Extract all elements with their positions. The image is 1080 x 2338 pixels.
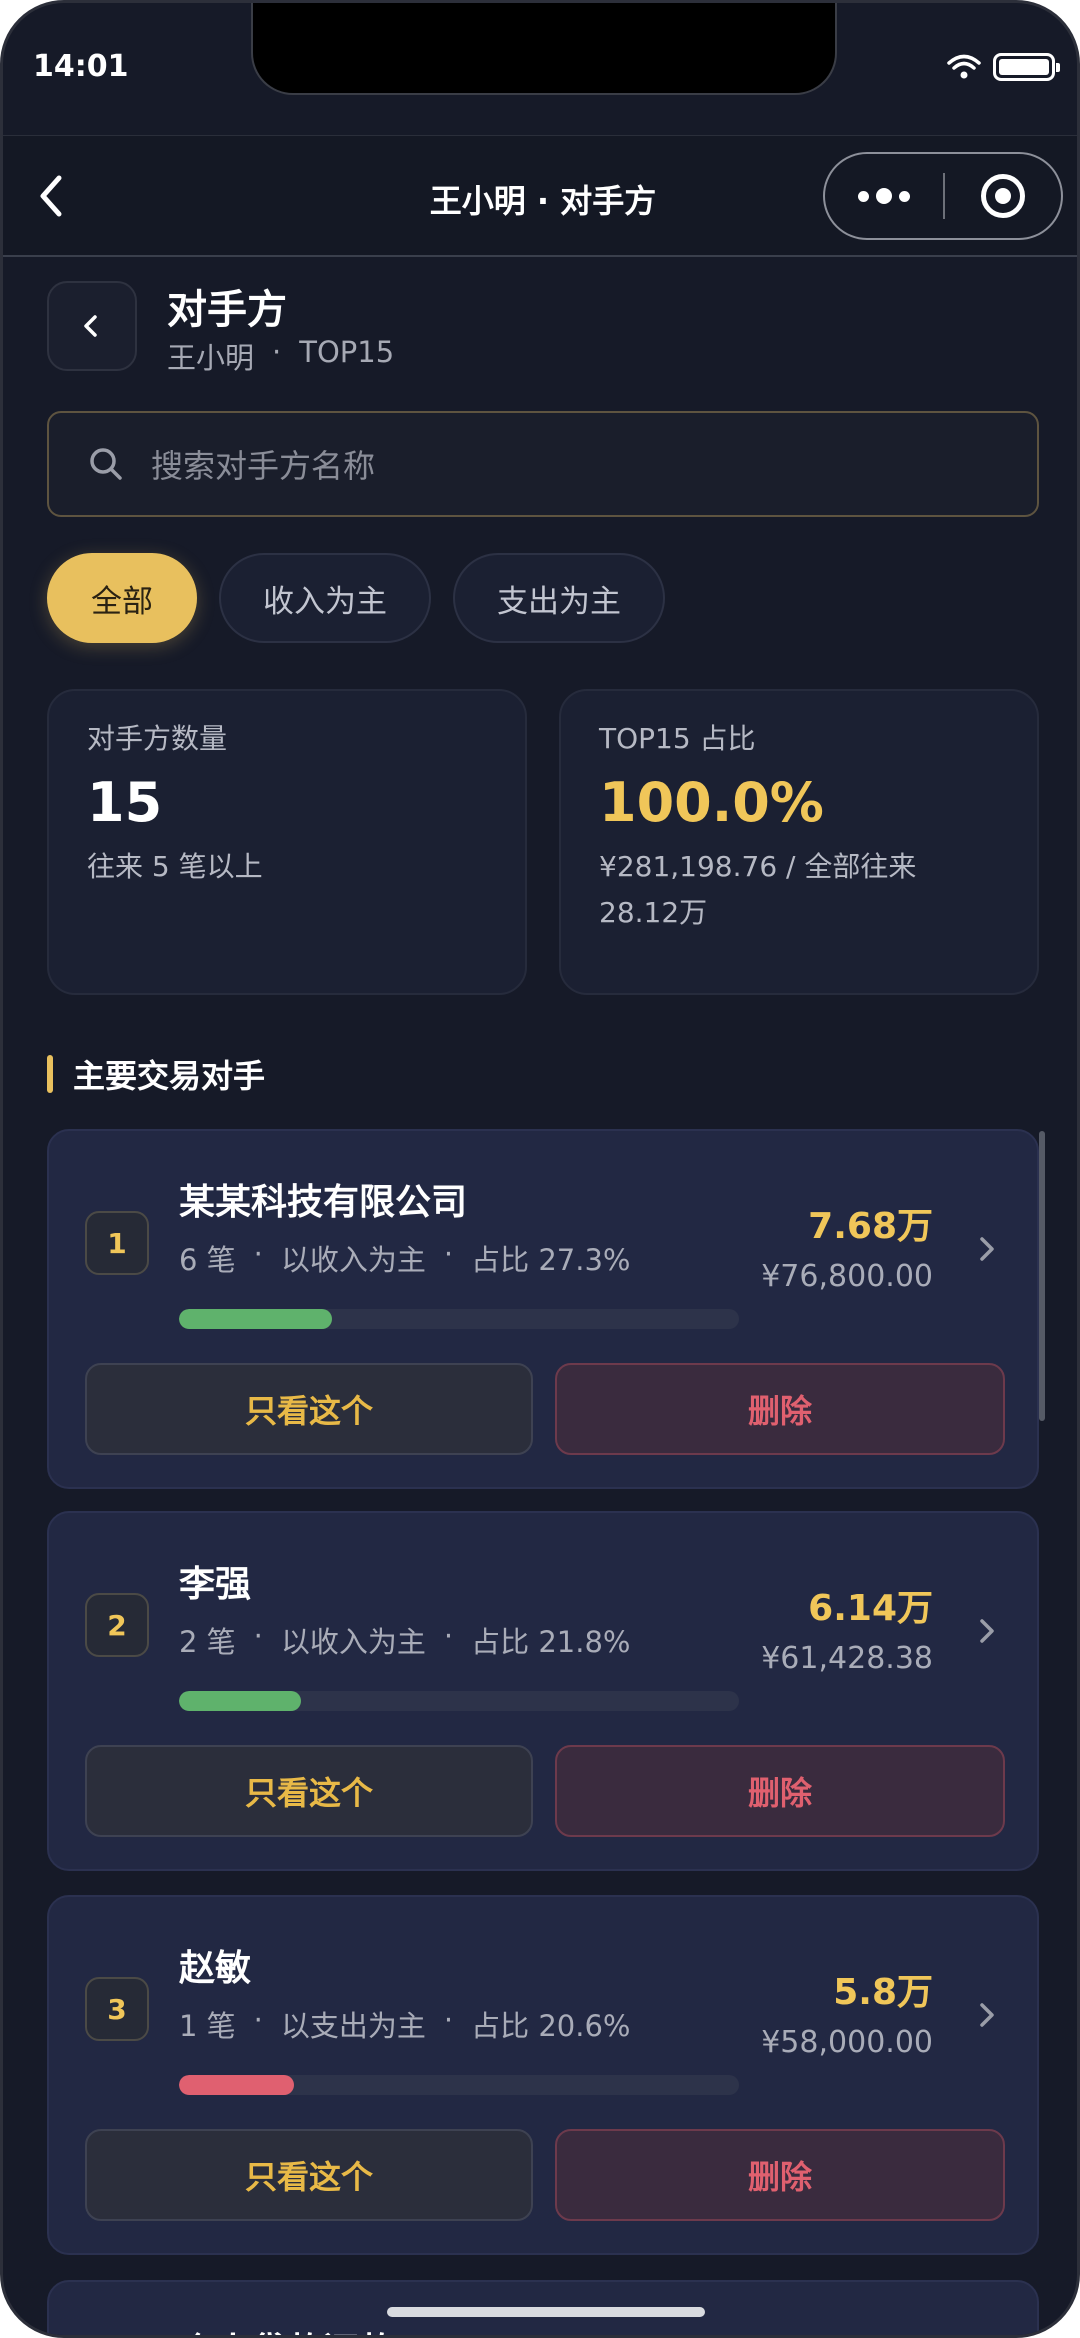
share-progress-track <box>179 1309 739 1329</box>
flow-type: 以收入为主 <box>280 1625 426 1659</box>
counterparty-meta: 1 笔 · 以支出为主 · 占比 20.6% <box>179 2003 630 2045</box>
chevron-right-icon[interactable] <box>973 1613 1001 1649</box>
stat-share-label: TOP15 占比 <box>599 722 756 755</box>
amount-short: 5.8万 <box>833 1972 933 2013</box>
counterparty-card[interactable]: 1 某某科技有限公司 6 笔 · 以收入为主 · 占比 27.3% 7.68万 … <box>47 1129 1039 1489</box>
amount-short: 6.14万 <box>808 1588 933 1629</box>
counterparty-card[interactable]: 3 赵敏 1 笔 · 以支出为主 · 占比 20.6% 5.8万 ¥58,000… <box>47 1895 1039 2255</box>
search-icon <box>90 448 122 480</box>
rank-badge: 3 <box>85 1977 149 2041</box>
meta-separator: · <box>253 2003 263 2037</box>
meta-separator: · <box>443 1619 454 1653</box>
stat-card-count: 对手方数量 15 往来 5 笔以上 <box>47 689 527 995</box>
meta-separator: · <box>253 1619 263 1653</box>
page-title: 对手方 <box>167 287 287 333</box>
section-accent-bar <box>47 1055 53 1093</box>
share-text: 占比 27.3% <box>471 1243 631 1277</box>
chevron-right-icon[interactable] <box>973 1997 1001 2033</box>
share-progress-track <box>179 1691 739 1711</box>
chevron-right-icon[interactable] <box>973 1231 1001 1267</box>
counterparty-name: 某某科技有限公司 <box>179 1182 468 1223</box>
delete-button[interactable]: 删除 <box>555 1745 1005 1837</box>
stat-share-value: 100.0% <box>599 771 824 834</box>
counterparty-name: 个人贷款还款 <box>179 2322 395 2335</box>
mini-program-capsule <box>823 152 1063 240</box>
stat-card-share: TOP15 占比 100.0% ¥281,198.76 / 全部往来 28.12… <box>559 689 1039 995</box>
filter-chips: 全部 收入为主 支出为主 <box>47 553 665 643</box>
home-indicator <box>387 2307 705 2317</box>
stat-count-note: 往来 5 笔以上 <box>87 850 263 883</box>
transaction-count: 1 笔 <box>179 2009 236 2043</box>
status-icons <box>947 53 1060 81</box>
chevron-left-icon <box>84 315 97 337</box>
meta-separator: · <box>253 1237 263 1271</box>
amount-short: 7.68万 <box>808 1206 933 1247</box>
section-title: 主要交易对手 <box>47 1051 265 1097</box>
search-input[interactable]: 搜索对手方名称 <box>47 411 1039 517</box>
counterparty-meta: 6 笔 · 以收入为主 · 占比 27.3% <box>179 1237 630 1279</box>
share-text: 占比 21.8% <box>471 1625 631 1659</box>
counterparty-card[interactable]: 2 李强 2 笔 · 以收入为主 · 占比 21.8% 6.14万 ¥61,42… <box>47 1511 1039 1871</box>
page-subtitle: 王小明 · TOP15 <box>167 335 394 377</box>
phone-frame: 14:01 王小明 · 对手方 对手方 王小明 · TOP15 搜索对手方名称 … <box>0 0 1080 2338</box>
stat-share-note: ¥281,198.76 / 全部往来 28.12万 <box>599 850 917 929</box>
share-text: 占比 20.6% <box>471 2009 631 2043</box>
only-this-button[interactable]: 只看这个 <box>85 1745 533 1837</box>
rank-badge: 2 <box>85 1593 149 1657</box>
share-progress-fill <box>179 1691 302 1711</box>
counterparty-name: 赵敏 <box>179 1948 252 1989</box>
counterparty-meta: 2 笔 · 以收入为主 · 占比 21.8% <box>179 1619 630 1661</box>
stat-count-label: 对手方数量 <box>87 722 228 755</box>
amount-full: ¥61,428.38 <box>761 1641 933 1676</box>
amount-full: ¥76,800.00 <box>761 1259 933 1294</box>
meta-separator: · <box>443 1237 454 1271</box>
transaction-count: 2 笔 <box>179 1625 236 1659</box>
status-time: 14:01 <box>33 49 129 84</box>
share-progress-track <box>179 2075 739 2095</box>
only-this-button[interactable]: 只看这个 <box>85 2129 533 2221</box>
subtitle-separator: · <box>272 335 282 369</box>
navbar: 王小明 · 对手方 <box>3 135 1077 257</box>
share-progress-fill <box>179 2075 295 2095</box>
counterparty-name: 李强 <box>179 1564 252 1605</box>
only-this-button[interactable]: 只看这个 <box>85 1363 533 1455</box>
section-title-text: 主要交易对手 <box>73 1057 266 1095</box>
delete-button[interactable]: 删除 <box>555 1363 1005 1455</box>
subtitle-tag: TOP15 <box>299 335 395 369</box>
delete-button[interactable]: 删除 <box>555 2129 1005 2221</box>
amount-full: ¥58,000.00 <box>761 2025 933 2060</box>
stat-count-value: 15 <box>87 771 163 834</box>
close-mini-program-icon[interactable] <box>945 174 1061 218</box>
more-icon[interactable] <box>825 188 943 204</box>
filter-chip-all[interactable]: 全部 <box>47 553 197 643</box>
wifi-icon <box>947 54 981 79</box>
search-placeholder: 搜索对手方名称 <box>151 447 376 485</box>
subtitle-name: 王小明 <box>167 341 255 375</box>
filter-chip-expense[interactable]: 支出为主 <box>453 553 665 643</box>
battery-icon <box>993 53 1060 81</box>
scrollbar[interactable] <box>1039 1131 1045 1421</box>
meta-separator: · <box>443 2003 454 2037</box>
notch <box>251 3 837 95</box>
flow-type: 以收入为主 <box>280 1243 426 1277</box>
filter-chip-income[interactable]: 收入为主 <box>219 553 431 643</box>
page-back-button[interactable] <box>47 281 137 371</box>
flow-type: 以支出为主 <box>280 2009 426 2043</box>
transaction-count: 6 笔 <box>179 1243 236 1277</box>
share-progress-fill <box>179 1309 332 1329</box>
rank-badge: 1 <box>85 1211 149 1275</box>
